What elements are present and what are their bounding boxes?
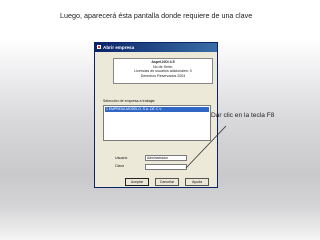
open-company-dialog: Abrir empresa Aspel-NOI 4.5 No.de Serie:… (94, 42, 218, 188)
help-button[interactable]: Ayuda (185, 178, 209, 186)
accept-button[interactable]: Aceptar (125, 178, 149, 186)
product-info-panel: Aspel-NOI 4.5 No.de Serie: Licencias de … (113, 58, 213, 84)
copyright-info: Derechos Reservados 2004 (140, 73, 186, 78)
slide-caption: Luego, aparecerá ésta pantalla donde req… (60, 11, 253, 20)
logo-area (101, 58, 111, 84)
dialog-title: Abrir empresa (103, 45, 135, 50)
dialog-titlebar: Abrir empresa (95, 43, 217, 52)
user-field[interactable]: Administrador (145, 155, 187, 161)
user-label: Usuario (115, 156, 128, 160)
password-label: Clave (115, 164, 125, 168)
company-list[interactable]: 1 EMPRESA MODELO, S.A. DE C.V. (103, 105, 211, 141)
company-list-label: Selección de empresa a trabajar (103, 99, 155, 103)
cancel-button[interactable]: Cancelar (155, 178, 179, 186)
app-icon (97, 45, 101, 49)
callout-text: Dar clic en la tecla F8 (211, 112, 275, 119)
password-field[interactable] (145, 164, 187, 170)
list-item[interactable]: 1 EMPRESA MODELO, S.A. DE C.V. (105, 107, 209, 112)
